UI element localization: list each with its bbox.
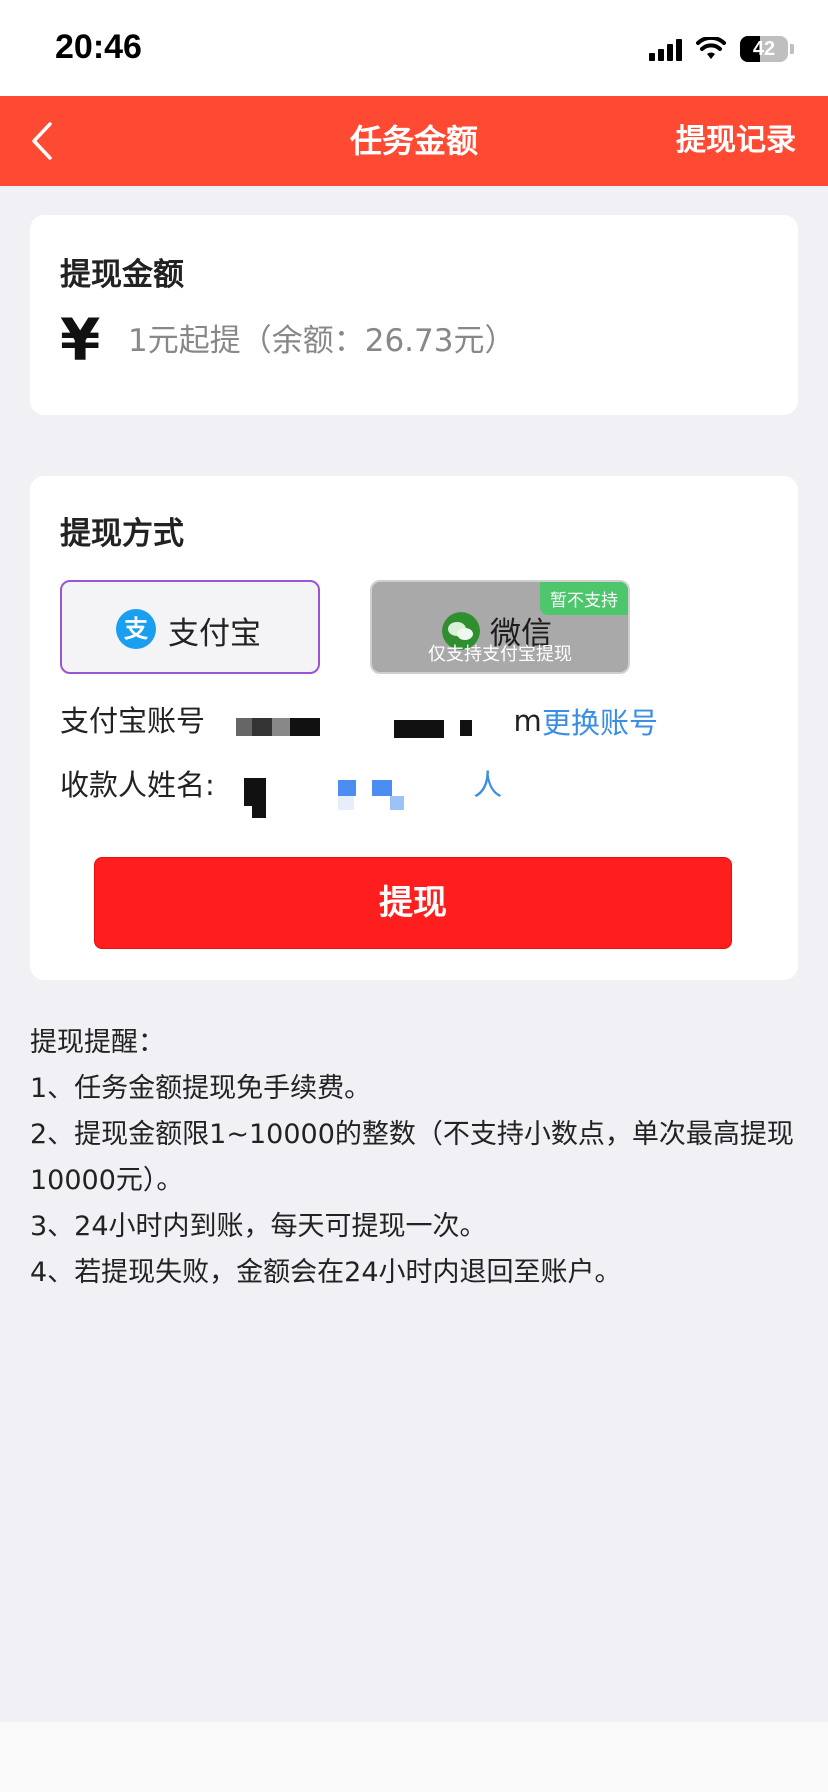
status-icons: 42: [649, 32, 794, 66]
alipay-label: 支付宝: [168, 616, 261, 652]
account-masked: [214, 706, 504, 740]
tip-item-3: 3、24小时内到账，每天可提现一次。: [30, 1211, 487, 1242]
withdraw-button[interactable]: 提现: [94, 857, 732, 949]
status-bar: 20:46 42: [0, 0, 828, 96]
unsupported-badge: 暂不支持: [540, 582, 628, 615]
tip-item-1: 1、任务金额提现免手续费。: [30, 1073, 372, 1104]
alipay-icon: 支: [116, 609, 156, 649]
status-time: 20:46: [55, 28, 142, 66]
bottom-area: [0, 1722, 828, 1792]
tip-item-4: 4、若提现失败，金额会在24小时内退回至账户。: [30, 1257, 622, 1288]
account-label: 支付宝账号: [60, 704, 206, 738]
payee-row: 收款人姓名: 人: [60, 762, 503, 818]
amount-input[interactable]: [128, 315, 748, 367]
wechat-option[interactable]: 微信 暂不支持 仅支持支付宝提现: [370, 580, 630, 674]
signal-icon: [649, 37, 682, 61]
currency-symbol: ¥: [60, 306, 101, 374]
wifi-icon: [696, 37, 726, 59]
method-title: 提现方式: [60, 516, 184, 552]
nav-bar: 任务金额 提现记录: [0, 96, 828, 186]
alipay-option[interactable]: 支 支付宝: [60, 580, 320, 674]
payee-value: 人: [473, 768, 503, 802]
amount-title: 提现金额: [60, 257, 184, 293]
account-value: m: [513, 704, 542, 738]
change-account-link[interactable]: 更换账号: [542, 700, 658, 742]
wechat-note: 仅支持支付宝提现: [428, 644, 572, 665]
method-card: 提现方式 支 支付宝 微信 暂不支持 仅支持支付宝提现 支付宝账号 m 更换账号…: [30, 476, 798, 980]
battery-icon: 42: [740, 36, 788, 62]
amount-card: 提现金额 ¥: [30, 215, 798, 415]
battery-level: 42: [752, 38, 776, 60]
payee-masked: [224, 770, 464, 818]
battery-tip: [790, 44, 794, 54]
withdraw-record-link[interactable]: 提现记录: [676, 96, 796, 186]
tip-item-2: 2、提现金额限1~10000的整数（不支持小数点，单次最高提现10000元）。: [30, 1119, 794, 1196]
payee-label: 收款人姓名: [60, 768, 206, 802]
withdraw-tips: 提现提醒： 1、任务金额提现免手续费。 2、提现金额限1~10000的整数（不支…: [30, 1020, 800, 1296]
account-row: 支付宝账号 m: [60, 698, 542, 740]
tips-title: 提现提醒：: [30, 1027, 165, 1058]
